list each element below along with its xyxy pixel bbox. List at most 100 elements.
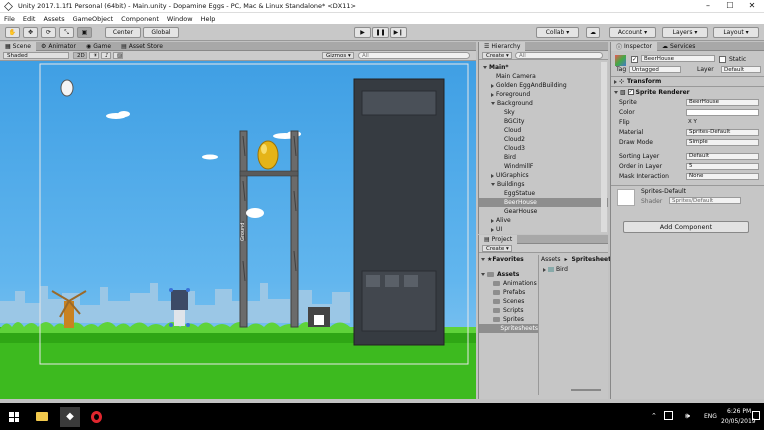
hierarchy-item[interactable]: Cloud <box>479 126 608 135</box>
folder-item[interactable]: Scripts <box>479 306 538 315</box>
clock-date[interactable]: 20/05/2019 <box>721 418 756 425</box>
notifications-icon[interactable] <box>752 411 760 420</box>
move-tool-icon[interactable]: ✥ <box>23 27 38 38</box>
menu-assets[interactable]: Assets <box>43 15 64 23</box>
tab-services[interactable]: ☁ Services <box>657 42 700 51</box>
folder-item[interactable]: Animations <box>479 279 538 288</box>
scene-view[interactable]: Ground <box>0 61 476 399</box>
expand-arrow-right-icon[interactable] <box>491 173 494 178</box>
sprite-renderer-header[interactable]: ▧ ✓ Sprite Renderer <box>611 87 764 97</box>
active-checkbox[interactable]: ✓ <box>631 56 638 63</box>
hierarchy-scrollbar[interactable] <box>601 62 607 232</box>
sprite-renderer-checkbox[interactable]: ✓ <box>627 89 634 95</box>
assets-root-item[interactable]: Assets <box>479 270 538 279</box>
expand-arrow-right-icon[interactable] <box>491 83 494 88</box>
step-button[interactable]: ▶❙ <box>390 27 407 38</box>
network-icon[interactable] <box>664 411 673 420</box>
audio-icon[interactable]: ♪ <box>101 52 111 59</box>
pivot-center-button[interactable]: Center <box>105 27 141 38</box>
expand-arrow-down-icon[interactable] <box>491 183 495 186</box>
windows-start-icon[interactable] <box>9 412 19 422</box>
tab-project[interactable]: ▤ Project <box>479 234 518 244</box>
add-component-button[interactable]: Add Component <box>623 221 749 233</box>
layout-button[interactable]: Layout ▾ <box>713 27 759 38</box>
expand-arrow-right-icon[interactable] <box>491 92 494 97</box>
tab-scene[interactable]: ▦ Scene <box>0 41 36 51</box>
field-value[interactable]: Default <box>686 152 759 160</box>
folder-item[interactable]: Spritesheets <box>479 324 538 333</box>
favorites-item[interactable]: ★ Favorites <box>479 255 538 264</box>
tab-hierarchy[interactable]: ☰ Hierarchy <box>479 41 526 51</box>
layers-button[interactable]: Layers ▾ <box>662 27 708 38</box>
hierarchy-item[interactable]: Bird <box>479 153 608 162</box>
breadcrumb-spritesheets[interactable]: Spritesheets <box>572 256 615 263</box>
menu-help[interactable]: Help <box>201 15 216 23</box>
minimize-icon[interactable]: – <box>696 0 720 13</box>
hierarchy-item[interactable]: Buildings <box>479 180 608 189</box>
hand-tool-icon[interactable]: ✋ <box>5 27 20 38</box>
hierarchy-item[interactable]: Sky <box>479 108 608 117</box>
expand-arrow-down-icon[interactable] <box>491 102 495 105</box>
cloud-icon[interactable]: ☁ <box>586 27 600 38</box>
field-value[interactable]: None <box>686 172 759 180</box>
hierarchy-item[interactable]: BeerHouse <box>479 198 608 207</box>
folder-item[interactable]: Prefabs <box>479 288 538 297</box>
tab-asset-store[interactable]: ▤ Asset Store <box>116 42 168 51</box>
hierarchy-item[interactable]: GearHouse <box>479 207 608 216</box>
play-button[interactable]: ▶ <box>354 27 371 38</box>
scale-tool-icon[interactable]: ⤡ <box>59 27 74 38</box>
pause-button[interactable]: ❚❚ <box>372 27 389 38</box>
hierarchy-search-input[interactable]: All <box>515 52 603 59</box>
transform-header[interactable]: ⊹ Transform <box>611 77 764 87</box>
hierarchy-item[interactable]: Background <box>479 99 608 108</box>
menu-file[interactable]: File <box>4 15 15 23</box>
thumbnail-size-slider[interactable] <box>571 389 601 391</box>
expand-arrow-right-icon[interactable] <box>491 218 494 223</box>
tab-animator[interactable]: ⚙ Animator <box>36 42 81 51</box>
close-icon[interactable]: ✕ <box>740 0 764 13</box>
hierarchy-item[interactable]: Alive <box>479 216 608 225</box>
menu-gameobject[interactable]: GameObject <box>73 15 114 23</box>
rect-tool-icon[interactable]: ▣ <box>77 27 92 38</box>
volume-icon[interactable]: 🕪 <box>685 411 690 421</box>
field-value[interactable]: Simple <box>686 138 759 146</box>
folder-item[interactable]: Scenes <box>479 297 538 306</box>
hierarchy-item[interactable]: BGCity <box>479 117 608 126</box>
shading-mode-dropdown[interactable]: Shaded <box>3 52 69 59</box>
field-value[interactable] <box>686 108 759 116</box>
hierarchy-item[interactable]: UIGraphics <box>479 171 608 180</box>
menu-window[interactable]: Window <box>167 15 193 23</box>
unity-taskbar-icon[interactable]: ◆ <box>60 407 80 427</box>
global-toggle-button[interactable]: Global <box>143 27 179 38</box>
hierarchy-item[interactable]: UI <box>479 225 608 234</box>
menu-edit[interactable]: Edit <box>23 15 36 23</box>
tab-inspector[interactable]: ⓘ Inspector <box>611 41 658 51</box>
language-indicator[interactable]: ENG <box>704 413 717 420</box>
expand-arrow-down-icon[interactable] <box>483 66 487 69</box>
shader-dropdown[interactable]: Sprites/Default <box>669 197 741 204</box>
file-explorer-icon[interactable] <box>36 412 48 421</box>
static-checkbox[interactable] <box>719 56 726 63</box>
collab-button[interactable]: Collab ▾ <box>536 27 579 38</box>
hierarchy-item[interactable]: Main* <box>479 63 608 72</box>
hierarchy-item[interactable]: EggStatue <box>479 189 608 198</box>
field-value[interactable]: 5 <box>686 162 759 170</box>
hierarchy-item[interactable]: Foreground <box>479 90 608 99</box>
opera-browser-icon[interactable] <box>91 411 102 423</box>
hierarchy-item[interactable]: Golden EggAndBuilding <box>479 81 608 90</box>
hierarchy-create-button[interactable]: Create ▾ <box>482 52 512 59</box>
tab-game[interactable]: ◉ Game <box>81 42 116 51</box>
hierarchy-item[interactable]: Cloud3 <box>479 144 608 153</box>
field-value[interactable]: BeerHouse <box>686 98 759 106</box>
clock-time[interactable]: 6:26 PM <box>727 408 751 415</box>
lighting-icon[interactable]: ☀ <box>89 52 99 59</box>
account-button[interactable]: Account ▾ <box>609 27 656 38</box>
breadcrumb-assets[interactable]: Assets <box>541 256 561 263</box>
2d-toggle-button[interactable]: 2D <box>73 52 87 59</box>
hierarchy-item[interactable]: Main Camera <box>479 72 608 81</box>
asset-file-item[interactable]: Bird <box>543 265 568 274</box>
rotate-tool-icon[interactable]: ⟳ <box>41 27 56 38</box>
object-name-field[interactable]: BeerHouse <box>641 55 715 62</box>
menu-component[interactable]: Component <box>121 15 159 23</box>
maximize-icon[interactable]: ☐ <box>718 0 742 13</box>
